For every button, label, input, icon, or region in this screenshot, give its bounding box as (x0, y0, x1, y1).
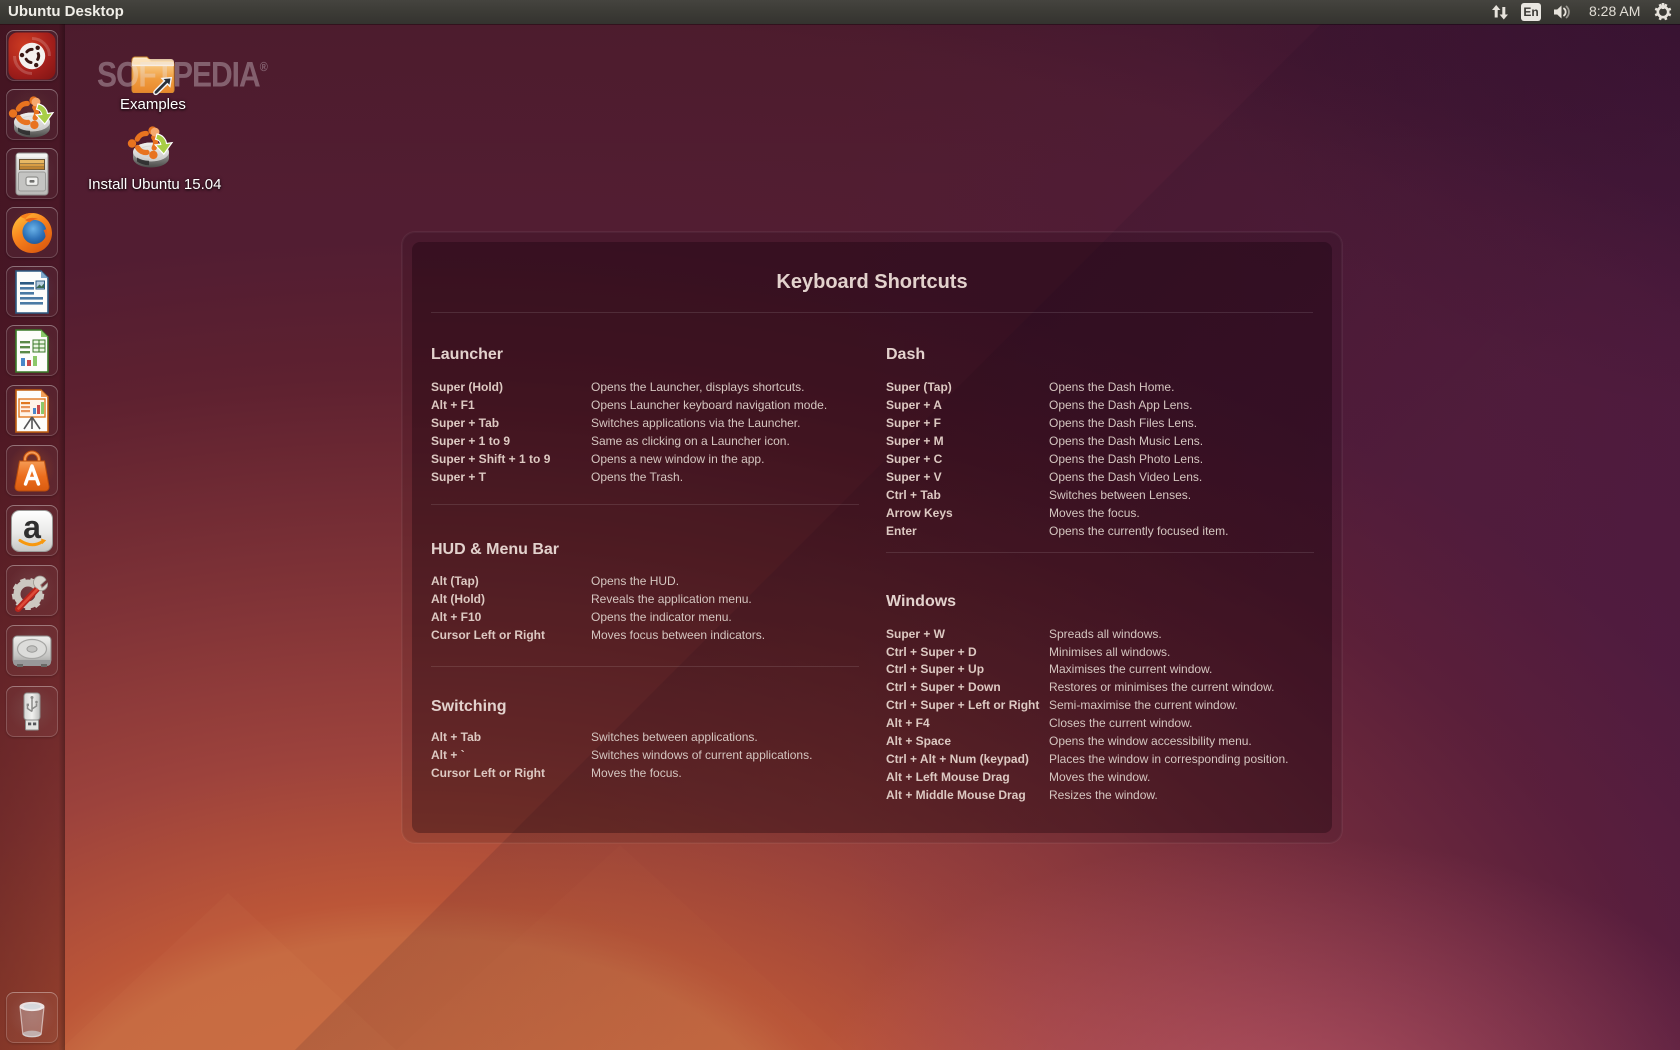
svg-text:a: a (23, 509, 41, 545)
